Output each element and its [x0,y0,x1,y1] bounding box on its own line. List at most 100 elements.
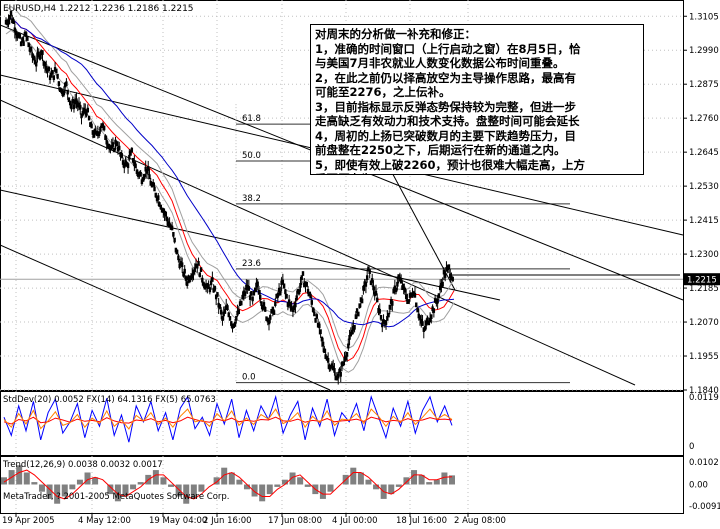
candle-body [26,36,29,41]
candle-body [430,314,433,320]
candle-body [226,305,229,310]
candle-body [391,301,394,306]
candle-body [357,311,360,317]
trend-line [0,244,331,391]
candle-body [175,249,179,255]
x-tick-label: 2 Jun 16:00 [203,516,252,525]
hist-bar [441,472,448,485]
hist-bar [365,479,372,485]
candle-body [251,296,254,302]
candle-body [247,286,251,291]
candle-body [173,237,176,243]
candle-body [285,293,288,299]
x-tick-label: 17 Jun 08:00 [268,516,322,525]
candle-body [170,225,174,231]
analysis-note: 对周末的分析做一补充和修正： 1，准确的时间窗口（上行启动之窗）在8月5日，恰 与美… [310,24,644,175]
candle-body [432,308,436,313]
hist-bar [266,484,273,495]
hist-bar [160,477,167,485]
hist-bar [69,484,76,490]
candle-body [441,281,444,287]
candle-body [111,142,115,147]
candle-body [228,316,232,321]
candle-body [318,323,321,329]
candle-body [199,267,203,272]
candle-body [120,153,123,158]
indicator2-title: Trend(12,26,9) 0.0038 0.0032 0.0017 [2,460,163,470]
ind1-tick-label: 0 [689,442,694,452]
indicator1-title: StdDev(20) 0.0052 FX(14) 64.1316 FX(5) 6… [3,395,216,405]
candle-body [47,66,50,72]
hist-bar [168,484,175,487]
candle-body [365,275,369,280]
candle-body [29,46,33,52]
candle-body [321,341,325,347]
candle-body [65,81,68,87]
fib-label: 50.0 [242,151,261,161]
candle-body [79,104,82,110]
candle-body [376,297,379,303]
note-line: 走高缺乏有效动力和技术支持。盘整时间可能会延长 [315,114,580,128]
hist-bar [433,479,440,485]
ind1-tick-label: 0.0119 [689,393,719,403]
candle-body [52,75,56,80]
candle-body [250,291,253,296]
candle-body [134,163,137,169]
y-tick-label: 1.1955 [689,352,719,362]
y-tick-label: 1.2760 [689,114,719,124]
candle-body [70,104,73,110]
candle-body [153,186,156,192]
candle-body [87,115,91,121]
fib-label: 38.2 [242,194,261,204]
candle-body [353,324,356,330]
candle-body [301,271,305,276]
candle-body [118,145,121,151]
candle-body [315,314,319,319]
candle-body [413,292,417,298]
hist-bar [395,484,402,487]
candle-body [198,272,201,277]
hist-bar [23,472,30,485]
symbol-title: EURUSD,H4 1.2212 1.2236 1.2186 1.2215 [3,4,194,14]
candle-body [130,147,134,153]
candle-body [345,352,349,357]
candle-body [211,277,214,282]
hist-bar [84,472,91,485]
note-line: 对周末的分析做一补充和修正： [315,27,476,41]
candle-body [379,314,383,320]
y-tick-label: 1.2875 [689,80,719,90]
candle-body [183,268,186,274]
candle-body [337,373,340,379]
hist-bar [426,482,433,485]
hist-bar [289,472,296,485]
candle-body [180,262,184,268]
hist-bar [137,482,144,485]
hist-bar [297,477,304,485]
note-line: 重要压力为2350/2470。 [315,172,639,174]
candle-body [313,311,316,317]
hist-bar [198,484,205,492]
hist-bar [130,484,137,490]
candle-body [197,261,200,266]
x-tick-label: 19 May 04:00 [149,516,207,525]
candle-body [139,172,142,177]
candle-body [216,292,219,297]
candle-body [339,371,342,377]
candle-body [300,275,303,280]
fib-label: 23.6 [242,259,261,269]
candle-body [378,308,381,314]
candle-body [219,309,223,315]
candle-body [443,273,447,278]
candle-body [284,289,287,295]
hist-bar [327,484,334,492]
candle-body [237,309,241,315]
candle-body [333,368,336,373]
candle-body [326,357,330,363]
candle-body [256,281,259,287]
hist-bar [152,470,159,485]
note-line: 1，准确的时间窗口（上行启动之窗）在8月5日，恰 [315,41,581,56]
candle-body [102,125,106,131]
candle-body [360,298,364,304]
candle-body [437,293,441,298]
candle-body [368,269,371,275]
